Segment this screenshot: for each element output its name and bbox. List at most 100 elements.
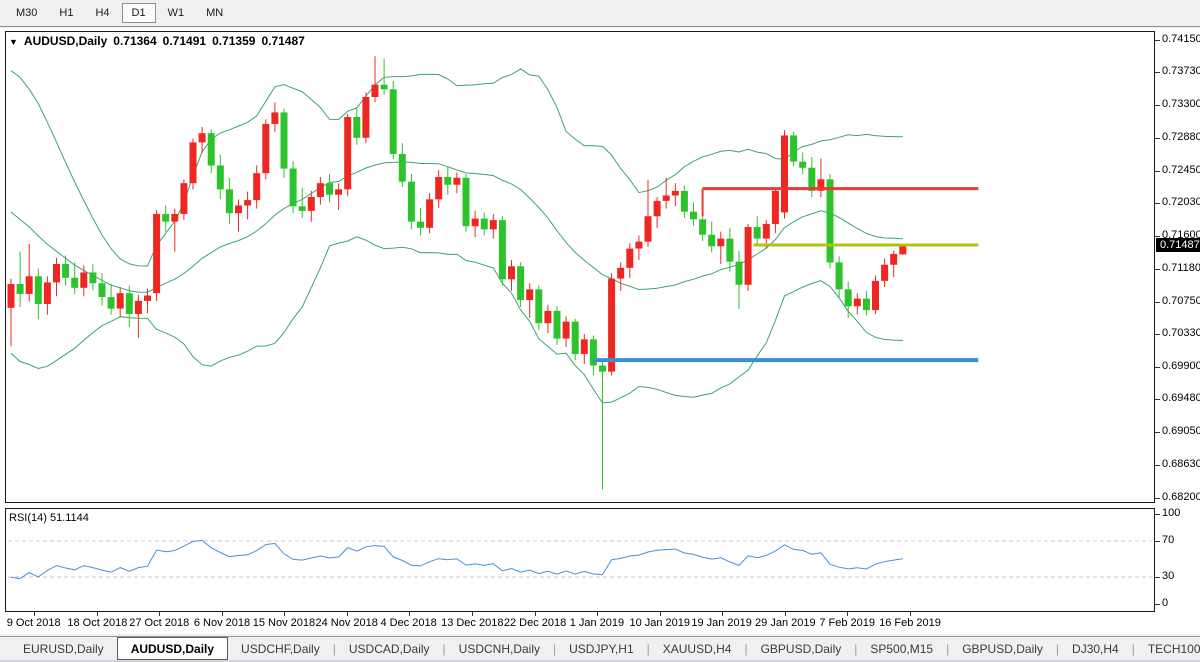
date-tick — [409, 612, 410, 616]
date-axis-label: 24 Nov 2018 — [315, 617, 377, 629]
rsi-axis-label: 30 — [1162, 570, 1174, 582]
tab-usdjpy-h1[interactable]: USDJPY,H1 — [556, 637, 646, 660]
timeframe-button-h4[interactable]: H4 — [85, 3, 119, 23]
date-tick — [284, 612, 285, 616]
price-axis-label: 0.68630 — [1162, 458, 1200, 470]
date-axis-label: 10 Jan 2019 — [629, 617, 690, 629]
rsi-tick — [1155, 604, 1160, 605]
ohlc-low: 0.71359 — [212, 34, 255, 48]
date-axis-label: 9 Oct 2018 — [7, 617, 61, 629]
date-tick — [785, 612, 786, 616]
price-axis-label: 0.73300 — [1162, 98, 1200, 110]
price-tick — [1155, 367, 1160, 368]
price-tick — [1155, 399, 1160, 400]
tab-xauusd-h4[interactable]: XAUUSD,H4 — [650, 637, 745, 660]
rsi-plot-canvas[interactable] — [6, 509, 1154, 611]
date-axis-label: 15 Nov 2018 — [253, 617, 315, 629]
current-price-tag: 0.71487 — [1156, 238, 1200, 252]
chart-dropdown-icon[interactable]: ▼ — [9, 37, 18, 47]
date-tick — [597, 612, 598, 616]
ohlc-high: 0.71491 — [163, 34, 206, 48]
price-axis-label: 0.72030 — [1162, 196, 1200, 208]
rsi-tick — [1155, 514, 1160, 515]
chart-panel: ▼ AUDUSD,Daily 0.71364 0.71491 0.71359 0.7148… — [0, 28, 1200, 634]
price-axis-label: 0.70330 — [1162, 327, 1200, 339]
rsi-axis-label: 100 — [1162, 507, 1180, 519]
tab-gbpusd-daily[interactable]: GBPUSD,Daily — [748, 637, 855, 660]
tab-gbpusd-daily[interactable]: GBPUSD,Daily — [949, 637, 1056, 660]
price-tick — [1155, 105, 1160, 106]
date-tick — [472, 612, 473, 616]
price-tick — [1155, 269, 1160, 270]
price-axis-label: 0.68200 — [1162, 491, 1200, 503]
ohlc-open: 0.71364 — [113, 34, 156, 48]
date-tick — [97, 612, 98, 616]
rsi-axis-label: 70 — [1162, 534, 1174, 546]
price-tick — [1155, 498, 1160, 499]
date-axis-label: 27 Oct 2018 — [129, 617, 189, 629]
timeframe-button-m30[interactable]: M30 — [6, 3, 47, 23]
tab-usdchf-daily[interactable]: USDCHF,Daily — [228, 637, 333, 660]
date-tick — [347, 612, 348, 616]
price-tick — [1155, 236, 1160, 237]
price-tick — [1155, 72, 1160, 73]
date-tick — [159, 612, 160, 616]
date-axis-label: 4 Dec 2018 — [380, 617, 436, 629]
rsi-tick — [1155, 541, 1160, 542]
price-tick — [1155, 138, 1160, 139]
price-axis-label: 0.69050 — [1162, 425, 1200, 437]
date-axis-label: 18 Oct 2018 — [67, 617, 127, 629]
date-axis-label: 16 Feb 2019 — [879, 617, 941, 629]
tab-usdcnh-daily[interactable]: USDCNH,Daily — [446, 637, 553, 660]
chart-tabs: EURUSD,DailyAUDUSD,DailyUSDCHF,Daily|USD… — [0, 636, 1200, 660]
ohlc-close: 0.71487 — [261, 34, 304, 48]
timeframe-button-d1[interactable]: D1 — [122, 3, 156, 23]
date-axis-label: 1 Jan 2019 — [570, 617, 624, 629]
rsi-tick — [1155, 577, 1160, 578]
price-plot-canvas[interactable] — [6, 32, 1154, 502]
bollinger-lower — [11, 237, 903, 403]
price-axis-label: 0.71180 — [1162, 262, 1200, 274]
tab-usdcad-daily[interactable]: USDCAD,Daily — [336, 637, 443, 660]
date-axis-label: 6 Nov 2018 — [194, 617, 250, 629]
price-axis-label: 0.72880 — [1162, 131, 1200, 143]
price-tick — [1155, 302, 1160, 303]
price-tick — [1155, 432, 1160, 433]
date-axis-label: 19 Jan 2019 — [691, 617, 752, 629]
price-tick — [1155, 171, 1160, 172]
rsi-plot[interactable] — [5, 508, 1155, 612]
price-tick — [1155, 334, 1160, 335]
tab-tech100-h1[interactable]: TECH100,H1 — [1135, 637, 1200, 660]
rsi-line — [11, 540, 903, 578]
date-tick — [34, 612, 35, 616]
timeframe-button-h1[interactable]: H1 — [49, 3, 83, 23]
timeframe-button-w1[interactable]: W1 — [158, 3, 195, 23]
price-axis-label: 0.70750 — [1162, 295, 1200, 307]
price-plot[interactable] — [5, 31, 1155, 503]
tab-audusd-daily[interactable]: AUDUSD,Daily — [117, 637, 228, 660]
date-tick — [660, 612, 661, 616]
date-tick — [910, 612, 911, 616]
chart-symbol-label: AUDUSD,Daily — [24, 34, 107, 48]
chart-title: ▼ AUDUSD,Daily 0.71364 0.71491 0.71359 0.7148… — [9, 34, 311, 48]
rsi-indicator-label: RSI(14) 51.1144 — [9, 512, 89, 524]
price-axis-label: 0.72450 — [1162, 164, 1200, 176]
tab-dj30-h4[interactable]: DJ30,H4 — [1059, 637, 1132, 660]
date-axis-label: 22 Dec 2018 — [504, 617, 566, 629]
price-tick — [1155, 40, 1160, 41]
price-tick — [1155, 465, 1160, 466]
rsi-axis-label: 0 — [1162, 597, 1168, 609]
tab-sp500-m15[interactable]: SP500,M15 — [857, 637, 946, 660]
date-tick — [847, 612, 848, 616]
date-tick — [535, 612, 536, 616]
price-axis-label: 0.74150 — [1162, 33, 1200, 45]
date-axis-label: 7 Feb 2019 — [819, 617, 875, 629]
price-axis-label: 0.69900 — [1162, 360, 1200, 372]
price-axis-label: 0.73730 — [1162, 65, 1200, 77]
tab-eurusd-daily[interactable]: EURUSD,Daily — [10, 637, 117, 660]
timeframe-button-mn[interactable]: MN — [196, 3, 233, 23]
price-axis-label: 0.69480 — [1162, 392, 1200, 404]
date-tick — [222, 612, 223, 616]
candles — [8, 56, 907, 489]
date-axis-label: 29 Jan 2019 — [755, 617, 816, 629]
